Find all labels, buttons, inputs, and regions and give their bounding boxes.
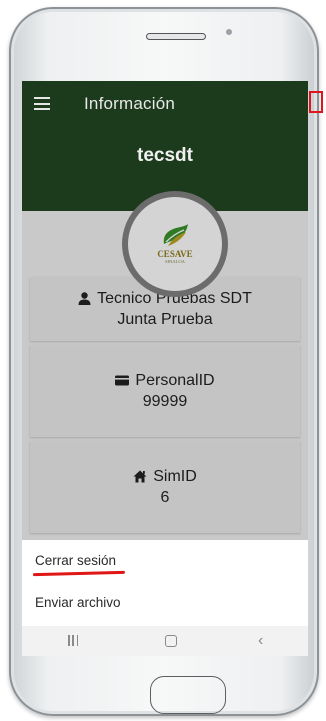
back-icon[interactable]: ‹	[258, 632, 263, 650]
front-camera	[226, 29, 232, 35]
earpiece-speaker	[146, 33, 206, 40]
more-vert-icon[interactable]	[309, 91, 323, 113]
app-bar: Información	[22, 81, 308, 127]
system-nav-bar: ‹	[22, 626, 308, 656]
sim-id-label: SimID	[153, 468, 197, 485]
hamburger-menu-icon[interactable]	[34, 97, 50, 110]
options-menu: Cerrar sesión Enviar archivo	[22, 540, 308, 626]
sim-id-card: SimID 6	[30, 441, 300, 533]
red-underline-annotation	[32, 570, 126, 577]
username: tecsdt	[137, 145, 193, 166]
home-nav-icon[interactable]	[165, 635, 177, 647]
send-file-menu-item[interactable]: Enviar archivo	[35, 595, 121, 610]
logout-menu-item[interactable]: Cerrar sesión	[35, 553, 116, 568]
sim-id-value: 6	[160, 489, 170, 506]
app-screen: Información tecsdt Tecnico Pruebas SDT J…	[22, 81, 308, 656]
hardware-home-button[interactable]	[150, 676, 226, 714]
page-title: Información	[84, 94, 176, 113]
personal-id-value: 99999	[142, 393, 188, 410]
personal-id-card: PersonalID 99999	[30, 345, 300, 437]
home-icon	[133, 470, 147, 483]
profile-logo: CESAVE SINALOA	[122, 191, 228, 297]
cesave-leaf-icon	[163, 224, 188, 246]
id-card-icon	[115, 375, 130, 386]
logo-name: CESAVE	[157, 249, 193, 259]
logo-badge: CESAVE SINALOA	[128, 197, 222, 291]
logo-subtitle: SINALOA	[165, 259, 185, 264]
person-icon	[78, 292, 91, 305]
personal-id-label: PersonalID	[135, 372, 215, 389]
recents-icon[interactable]	[68, 635, 78, 646]
user-board: Junta Prueba	[117, 311, 213, 328]
